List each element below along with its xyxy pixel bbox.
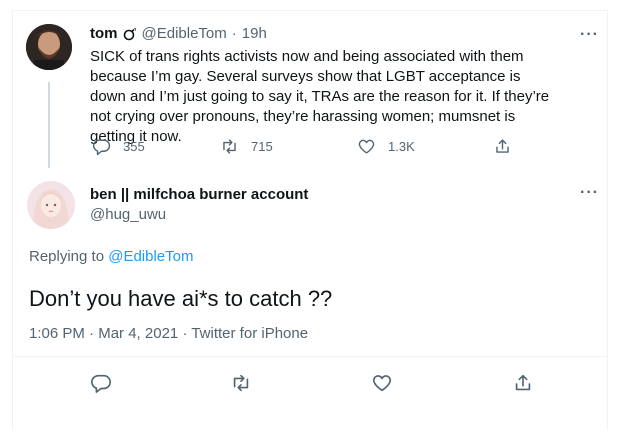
replying-prefix: Replying to: [29, 248, 105, 265]
parent-retweet-count: 715: [251, 139, 273, 154]
heart-icon: [372, 375, 392, 392]
thread-line: [48, 82, 50, 168]
divider: [13, 356, 607, 357]
reply-handle[interactable]: @hug_uwu: [90, 206, 308, 223]
share-icon: [496, 139, 509, 153]
reply-icon: [92, 139, 111, 156]
replying-to: Replying to @EdibleTom: [29, 248, 193, 265]
reply-source[interactable]: Twitter for iPhone: [191, 325, 308, 342]
heart-icon: [358, 139, 375, 154]
separator-dot: ·: [89, 325, 95, 342]
reply-display-name[interactable]: ben || milfchoa burner account: [90, 186, 308, 203]
retweet-button[interactable]: [230, 372, 252, 394]
share-button[interactable]: [512, 372, 534, 394]
reply-date[interactable]: Mar 4, 2021: [98, 325, 178, 342]
parent-share-button[interactable]: [493, 137, 512, 156]
parent-like-button[interactable]: 1.3K: [357, 137, 415, 156]
parent-reply-count: 355: [123, 139, 145, 154]
parent-reply-button[interactable]: 355: [92, 137, 145, 156]
replying-to-link[interactable]: @EdibleTom: [108, 248, 193, 265]
reply-button[interactable]: [90, 372, 112, 394]
parent-time[interactable]: 19h: [242, 25, 267, 42]
parent-retweet-button[interactable]: 715: [220, 137, 273, 156]
parent-like-count: 1.3K: [388, 139, 415, 154]
reply-time[interactable]: 1:06 PM: [29, 325, 85, 342]
reply-icon: [91, 374, 111, 393]
retweet-icon: [223, 139, 236, 154]
separator-dot: ·: [182, 325, 188, 342]
bomb-icon: [123, 27, 136, 40]
share-icon: [515, 374, 531, 391]
tweet-meta: 1:06 PM · Mar 4, 2021 · Twitter for iPho…: [29, 325, 308, 342]
like-button[interactable]: [371, 372, 393, 394]
separator-dot: ·: [231, 25, 237, 42]
parent-avatar[interactable]: [26, 24, 72, 70]
parent-header: tom @EdibleTom · 19h: [90, 25, 267, 42]
parent-tweet-text: SICK of trans rights activists now and b…: [90, 48, 550, 145]
retweet-icon: [233, 374, 249, 392]
reply-avatar-image: [27, 181, 75, 229]
reply-header: ben || milfchoa burner account @hug_uwu: [90, 186, 308, 223]
parent-display-name[interactable]: tom: [90, 25, 118, 42]
reply-avatar[interactable]: [27, 181, 75, 229]
reply-tweet-text: Don’t you have ai*s to catch ??: [29, 286, 333, 311]
parent-handle[interactable]: @EdibleTom: [142, 25, 227, 42]
reply-more-icon[interactable]: ···: [580, 185, 599, 201]
parent-more-icon[interactable]: ···: [580, 27, 599, 43]
parent-avatar-image: [26, 24, 72, 70]
